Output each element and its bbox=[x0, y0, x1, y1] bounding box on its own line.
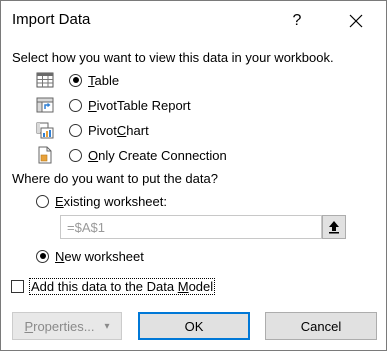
pivotchart-icon bbox=[36, 122, 54, 139]
table-icon bbox=[36, 72, 54, 88]
collapse-arrow-icon bbox=[329, 221, 339, 234]
properties-label: Properties... bbox=[24, 318, 95, 334]
location-prompt: Where do you want to put the data? bbox=[12, 171, 218, 186]
title-bar: Import Data ? bbox=[1, 1, 386, 41]
view-prompt: Select how you want to view this data in… bbox=[12, 50, 334, 65]
data-model-checkbox[interactable] bbox=[11, 279, 24, 293]
data-model-label: Add this data to the Data Model bbox=[29, 277, 216, 295]
dialog-title: Import Data bbox=[12, 11, 91, 28]
cancel-button[interactable]: Cancel bbox=[265, 312, 377, 340]
data-model-option[interactable]: Add this data to the Data Model bbox=[11, 277, 216, 295]
table-radio[interactable] bbox=[69, 73, 82, 87]
pivottable-report-label: PivotTable Report bbox=[88, 97, 191, 113]
ok-button[interactable]: OK bbox=[138, 312, 250, 340]
option-existing-worksheet[interactable]: Existing worksheet: bbox=[36, 191, 167, 211]
new-worksheet-label: New worksheet bbox=[55, 248, 144, 264]
close-button[interactable] bbox=[338, 7, 374, 35]
pivottable-report-radio[interactable] bbox=[69, 98, 82, 112]
option-pivottable-report[interactable]: PivotTable Report bbox=[69, 95, 191, 115]
connection-icon bbox=[38, 146, 52, 164]
help-icon: ? bbox=[292, 12, 302, 29]
option-only-create-connection[interactable]: Only Create Connection bbox=[69, 145, 227, 165]
table-label: Table bbox=[88, 72, 120, 88]
dropdown-arrow-icon: ▾ bbox=[104, 320, 110, 332]
pivotchart-label: PivotChart bbox=[88, 122, 149, 138]
pivotchart-radio[interactable] bbox=[69, 123, 82, 137]
only-create-connection-radio[interactable] bbox=[69, 148, 82, 162]
option-pivotchart[interactable]: PivotChart bbox=[69, 120, 149, 140]
existing-worksheet-radio[interactable] bbox=[36, 194, 49, 208]
help-button[interactable]: ? bbox=[279, 7, 315, 35]
pivottable-report-icon bbox=[36, 97, 54, 113]
existing-worksheet-label: Existing worksheet: bbox=[55, 193, 167, 209]
option-table[interactable]: Table bbox=[69, 70, 119, 90]
collapse-dialog-button[interactable] bbox=[322, 215, 346, 239]
close-icon bbox=[349, 14, 363, 28]
new-worksheet-radio[interactable] bbox=[36, 249, 49, 263]
import-data-dialog: Import Data ? Select how you want to vie… bbox=[0, 0, 387, 351]
only-create-connection-label: Only Create Connection bbox=[88, 147, 227, 163]
option-new-worksheet[interactable]: New worksheet bbox=[36, 246, 144, 266]
cell-reference-field[interactable]: =$A$1 bbox=[60, 215, 322, 239]
properties-button[interactable]: Properties... ▾ bbox=[12, 312, 122, 340]
